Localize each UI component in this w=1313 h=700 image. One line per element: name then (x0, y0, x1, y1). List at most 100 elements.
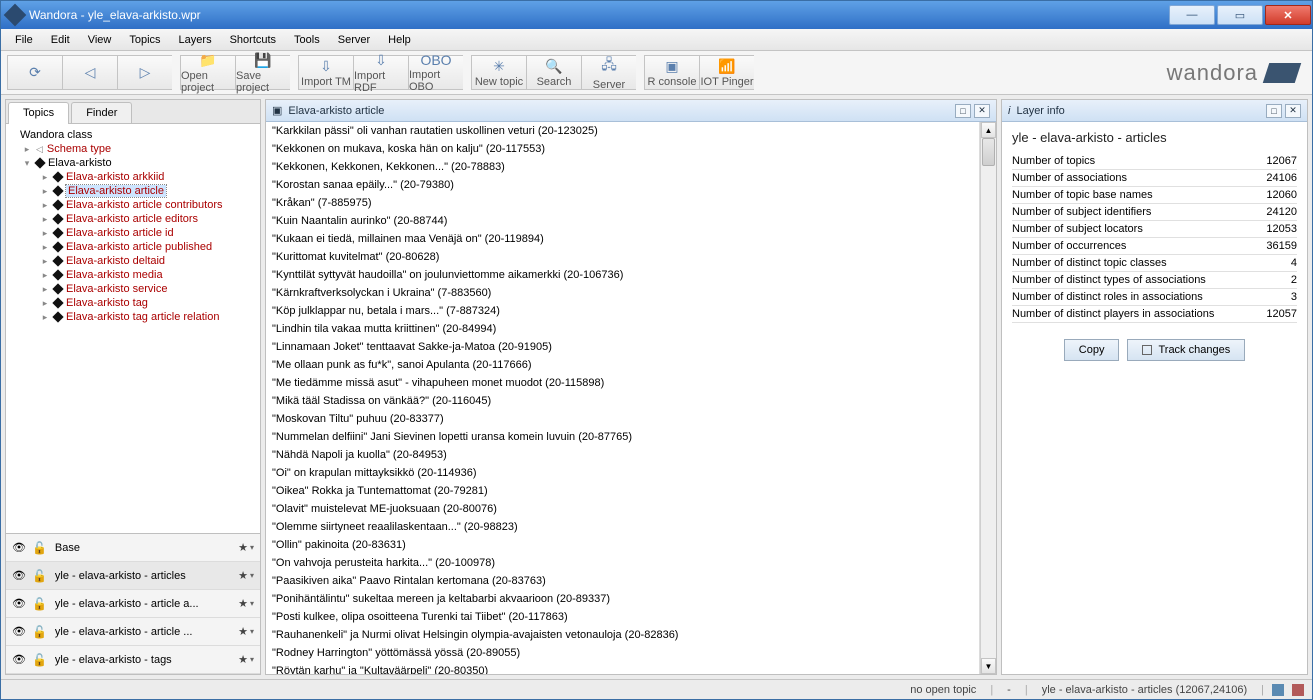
list-item[interactable]: "Kärnkraftverksolyckan i Ukraina" (7-883… (266, 284, 979, 302)
list-item[interactable]: "Korostan sanaa epäily..." (20-79380) (266, 176, 979, 194)
new-topic-button[interactable]: ✳New topic (471, 55, 526, 90)
import-tm-button[interactable]: ⇩Import TM (298, 55, 353, 90)
tree-caret-icon[interactable]: ▸ (40, 284, 50, 295)
maximize-button[interactable]: ▭ (1217, 5, 1263, 25)
tree-caret-icon[interactable]: ▸ (40, 186, 50, 197)
tree-item[interactable]: ▸Elava-arkisto service (8, 282, 258, 296)
vertical-scrollbar[interactable]: ▲ ▼ (980, 122, 996, 674)
dropdown-icon[interactable]: ▾ (250, 599, 254, 608)
list-item[interactable]: "Me ollaan punk as fu*k", sanoi Apulanta… (266, 356, 979, 374)
lock-icon[interactable]: 🔓 (32, 625, 47, 639)
tree-caret-icon[interactable]: ▸ (40, 214, 50, 225)
list-item[interactable]: "Oi" on krapulan mittayksikkö (20-114936… (266, 464, 979, 482)
server-button[interactable]: 🖧Server (581, 55, 636, 90)
menu-edit[interactable]: Edit (43, 31, 78, 49)
topic-tree[interactable]: Wandora class▸◁Schema type▾Elava-arkisto… (6, 124, 260, 533)
tree-caret-icon[interactable]: ▸ (40, 298, 50, 309)
import-obo-button[interactable]: OBOImport OBO (408, 55, 463, 90)
visibility-icon[interactable]: 👁 (12, 541, 26, 554)
star-icon[interactable]: ★ (238, 625, 248, 638)
search-button[interactable]: 🔍Search (526, 55, 581, 90)
list-item[interactable]: "Karkkilan pässi" oli vanhan rautatien u… (266, 122, 979, 140)
status-icon-1[interactable] (1272, 684, 1284, 696)
tree-item[interactable]: ▸Elava-arkisto tag (8, 296, 258, 310)
tree-item[interactable]: ▸Elava-arkisto article published (8, 240, 258, 254)
list-item[interactable]: "Posti kulkee, olipa osoitteena Turenki … (266, 608, 979, 626)
right-panel-close-button[interactable]: ✕ (1285, 104, 1301, 118)
tree-caret-icon[interactable]: ▸ (40, 270, 50, 281)
dropdown-icon[interactable]: ▾ (250, 655, 254, 664)
save-project-button[interactable]: 💾Save project (235, 55, 290, 90)
r-console-button[interactable]: ▣R console (644, 55, 699, 90)
list-item[interactable]: "Nähdä Napoli ja kuolla" (20-84953) (266, 446, 979, 464)
star-icon[interactable]: ★ (238, 541, 248, 554)
tree-caret-icon[interactable]: ▸ (22, 144, 32, 155)
visibility-icon[interactable]: 👁 (12, 653, 26, 666)
list-item[interactable]: "On vahvoja perusteita harkita..." (20-1… (266, 554, 979, 572)
lock-icon[interactable]: 🔓 (32, 597, 47, 611)
menu-help[interactable]: Help (380, 31, 419, 49)
reload-button[interactable]: ⟳ (7, 55, 62, 90)
list-item[interactable]: "Oikea" Rokka ja Tuntemattomat (20-79281… (266, 482, 979, 500)
list-item[interactable]: "Olavit" muistelevat ME-juoksuaan (20-80… (266, 500, 979, 518)
lock-icon[interactable]: 🔓 (32, 541, 47, 555)
tree-item[interactable]: ▸Elava-arkisto tag article relation (8, 310, 258, 324)
layer-row[interactable]: 👁🔓yle - elava-arkisto - articles★▾ (6, 562, 260, 590)
tab-finder[interactable]: Finder (71, 102, 132, 123)
dropdown-icon[interactable]: ▾ (250, 627, 254, 636)
tree-caret-icon[interactable]: ▸ (40, 172, 50, 183)
panel-close-button[interactable]: ✕ (974, 104, 990, 118)
tree-item[interactable]: ▸Elava-arkisto article (8, 184, 258, 198)
scroll-track[interactable] (981, 138, 996, 658)
dropdown-icon[interactable]: ▾ (250, 571, 254, 580)
list-item[interactable]: "Rodney Harrington" yöttömässä yössä (20… (266, 644, 979, 662)
scroll-down-button[interactable]: ▼ (981, 658, 996, 674)
list-item[interactable]: "Röytän karhu" ja "Kultaväärpeli" (20-80… (266, 662, 979, 674)
star-icon[interactable]: ★ (238, 653, 248, 666)
iot-pinger-button[interactable]: 📶IOT Pinger (699, 55, 754, 90)
layer-row[interactable]: 👁🔓yle - elava-arkisto - article ...★▾ (6, 618, 260, 646)
status-icon-2[interactable] (1292, 684, 1304, 696)
tree-item[interactable]: ▸◁Schema type (8, 142, 258, 156)
tree-caret-icon[interactable]: ▸ (40, 200, 50, 211)
star-icon[interactable]: ★ (238, 569, 248, 582)
tree-item[interactable]: ▸Elava-arkisto deltaid (8, 254, 258, 268)
menu-view[interactable]: View (80, 31, 120, 49)
menu-file[interactable]: File (7, 31, 41, 49)
layer-row[interactable]: 👁🔓Base★▾ (6, 534, 260, 562)
tree-caret-icon[interactable]: ▸ (40, 228, 50, 239)
article-list[interactable]: "Karkkilan pässi" oli vanhan rautatien u… (266, 122, 980, 674)
tree-caret-icon[interactable]: ▾ (22, 158, 32, 169)
visibility-icon[interactable]: 👁 (12, 625, 26, 638)
lock-icon[interactable]: 🔓 (32, 653, 47, 667)
tab-topics[interactable]: Topics (8, 102, 69, 124)
tree-item[interactable]: ▸Elava-arkisto article contributors (8, 198, 258, 212)
tree-item[interactable]: ▾Elava-arkisto (8, 156, 258, 170)
track-changes-button[interactable]: Track changes (1127, 339, 1245, 361)
list-item[interactable]: "Kråkan" (7-885975) (266, 194, 979, 212)
tree-item[interactable]: Wandora class (8, 128, 258, 142)
list-item[interactable]: "Mikä tääl Stadissa on vänkää?" (20-1160… (266, 392, 979, 410)
tree-item[interactable]: ▸Elava-arkisto article id (8, 226, 258, 240)
list-item[interactable]: "Kynttilät syttyvät haudoilla" on joulun… (266, 266, 979, 284)
tree-item[interactable]: ▸Elava-arkisto media (8, 268, 258, 282)
open-project-button[interactable]: 📁Open project (180, 55, 235, 90)
menu-shortcuts[interactable]: Shortcuts (222, 31, 284, 49)
close-button[interactable]: ✕ (1265, 5, 1311, 25)
list-item[interactable]: "Rauhanenkeli" ja Nurmi olivat Helsingin… (266, 626, 979, 644)
list-item[interactable]: "Köp julklappar nu, betala i mars..." (7… (266, 302, 979, 320)
list-item[interactable]: "Paasikiven aika" Paavo Rintalan kertoma… (266, 572, 979, 590)
list-item[interactable]: "Kurittomat kuvitelmat" (20-80628) (266, 248, 979, 266)
dropdown-icon[interactable]: ▾ (250, 543, 254, 552)
panel-maximize-button[interactable]: □ (955, 104, 971, 118)
list-item[interactable]: "Kukaan ei tiedä, millainen maa Venäjä o… (266, 230, 979, 248)
list-item[interactable]: "Lindhin tila vakaa mutta kriittinen" (2… (266, 320, 979, 338)
visibility-icon[interactable]: 👁 (12, 597, 26, 610)
list-item[interactable]: "Linnamaan Joket" tenttaavat Sakke-ja-Ma… (266, 338, 979, 356)
list-item[interactable]: "Me tiedämme missä asut" - vihapuheen mo… (266, 374, 979, 392)
tree-caret-icon[interactable]: ▸ (40, 256, 50, 267)
menu-topics[interactable]: Topics (121, 31, 168, 49)
menu-layers[interactable]: Layers (171, 31, 220, 49)
list-item[interactable]: "Nummelan delfiini" Jani Sievinen lopett… (266, 428, 979, 446)
minimize-button[interactable]: — (1169, 5, 1215, 25)
